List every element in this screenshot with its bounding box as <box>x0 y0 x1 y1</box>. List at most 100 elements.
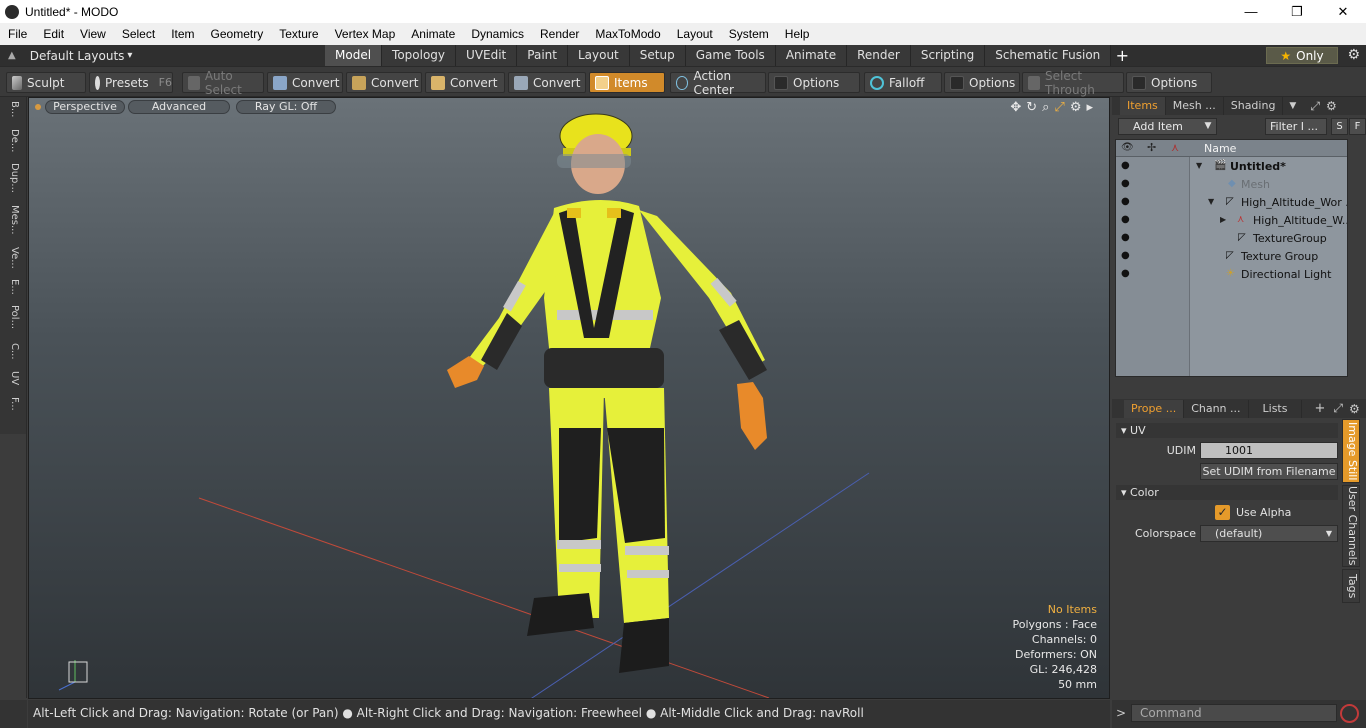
tab-model[interactable]: Model <box>325 45 383 66</box>
zoom-icon[interactable]: ⌕ <box>1042 100 1049 115</box>
tab-properties[interactable]: Prope ... <box>1124 399 1185 418</box>
menu-view[interactable]: View <box>72 23 114 45</box>
eye-icon[interactable]: ● <box>1121 215 1132 225</box>
left-tab-curve[interactable]: C... <box>4 343 20 360</box>
menu-dynamics[interactable]: Dynamics <box>463 23 532 45</box>
close-button[interactable]: ✕ <box>1320 0 1366 23</box>
minimize-button[interactable]: — <box>1228 0 1274 23</box>
tab-game-tools[interactable]: Game Tools <box>685 45 776 66</box>
expand-panel-icon[interactable]: ⤢ <box>1310 99 1320 114</box>
colorspace-dropdown[interactable]: (default) ▼ <box>1200 525 1338 542</box>
tab-setup[interactable]: Setup <box>629 45 686 66</box>
tab-uvedit[interactable]: UVEdit <box>456 45 518 66</box>
only-toggle[interactable]: ★ Only <box>1266 47 1338 64</box>
viewport-gear-icon[interactable]: ⚙ <box>1070 100 1082 115</box>
udim-field[interactable]: 1001 <box>1200 442 1338 459</box>
menu-edit[interactable]: Edit <box>35 23 72 45</box>
menu-vertex-map[interactable]: Vertex Map <box>327 23 404 45</box>
tab-mesh[interactable]: Mesh ... <box>1166 97 1224 115</box>
panel-gear-icon[interactable]: ⚙ <box>1326 99 1337 113</box>
left-tab-deform[interactable]: De... <box>4 129 20 152</box>
menu-layout[interactable]: Layout <box>669 23 721 45</box>
tab-items[interactable]: Items <box>1120 97 1166 115</box>
use-alpha-checkbox[interactable]: ✓ <box>1215 505 1230 520</box>
viewport-menu-dot[interactable] <box>35 104 41 110</box>
convert-edges-button[interactable]: Convert <box>346 72 422 93</box>
tabs-chevron-down-icon[interactable]: ▼ <box>1289 101 1296 111</box>
advanced-dropdown[interactable]: Advanced <box>128 100 230 114</box>
tab-channels[interactable]: Chann ... <box>1184 399 1249 418</box>
presets-button[interactable]: Presets F6 <box>89 72 173 93</box>
item-row-mesh[interactable]: ● ◆ Mesh <box>1116 176 1347 194</box>
fit-icon[interactable]: ⤢ <box>1054 100 1064 115</box>
add-tab-icon[interactable]: + <box>1314 401 1325 416</box>
add-tab-button[interactable]: + <box>1111 45 1133 66</box>
tab-lists[interactable]: Lists <box>1249 399 1303 418</box>
left-tab-edge[interactable]: E... <box>4 279 20 295</box>
tab-schematic-fusion[interactable]: Schematic Fusion <box>985 45 1112 66</box>
side-tab-user-channels[interactable]: User Channels <box>1342 485 1360 567</box>
expand-arrow-icon[interactable]: ▶ <box>1220 215 1226 224</box>
color-section-header[interactable]: ▾ Color <box>1116 485 1338 500</box>
collapse-arrow-icon[interactable]: ▼ <box>1196 161 1202 170</box>
f-toggle-button[interactable]: F <box>1349 118 1366 135</box>
tab-layout[interactable]: Layout <box>567 45 630 66</box>
eye-icon[interactable]: ● <box>1121 233 1132 243</box>
side-tab-image-still[interactable]: Image Still <box>1342 419 1360 483</box>
filter-items-input[interactable]: Filter I ... <box>1265 118 1327 135</box>
tab-shading[interactable]: Shading <box>1224 97 1284 115</box>
left-tab-duplicate[interactable]: Dup... <box>4 163 20 193</box>
gear-icon[interactable]: ⚙ <box>1347 47 1360 63</box>
uv-section-header[interactable]: ▾ UV <box>1116 423 1338 438</box>
menu-geometry[interactable]: Geometry <box>203 23 272 45</box>
command-input[interactable]: Command <box>1131 704 1337 722</box>
tab-paint[interactable]: Paint <box>517 45 568 66</box>
eye-icon[interactable]: ● <box>1121 269 1132 279</box>
rotate-icon[interactable]: ↻ <box>1026 100 1037 115</box>
select-options-button[interactable]: Options <box>1126 72 1212 93</box>
auto-select-button[interactable]: Auto Select <box>182 69 264 97</box>
menu-select[interactable]: Select <box>114 23 163 45</box>
left-tab-polygon[interactable]: Pol... <box>4 305 20 329</box>
left-tab-basic[interactable]: B... <box>4 101 20 117</box>
side-tab-tags[interactable]: Tags <box>1342 569 1360 603</box>
sculpt-button[interactable]: Sculpt <box>6 72 86 93</box>
expand-panel-icon[interactable]: ⤢ <box>1333 401 1343 416</box>
set-udim-from-filename-button[interactable]: Set UDIM from Filename <box>1200 463 1338 480</box>
perspective-dropdown[interactable]: Perspective <box>45 100 125 114</box>
falloff-options-button[interactable]: Options <box>944 72 1020 93</box>
falloff-button[interactable]: Falloff <box>864 72 942 93</box>
eye-icon[interactable]: ● <box>1121 161 1132 171</box>
left-tab-fusion[interactable]: F... <box>4 397 20 411</box>
s-toggle-button[interactable]: S <box>1331 118 1348 135</box>
item-row-texture-group[interactable]: ● ◸ Texture Group <box>1116 248 1347 266</box>
raygl-toggle[interactable]: Ray GL: Off <box>236 100 336 114</box>
tab-render[interactable]: Render <box>847 45 911 66</box>
item-row-high-altitude-mesh[interactable]: ● ▶ ⋏ High_Altitude_W... <box>1116 212 1347 230</box>
action-center-button[interactable]: Action Center <box>670 69 766 97</box>
3d-viewport[interactable]: Perspective Advanced Ray GL: Off ✥ ↻ ⌕ ⤢… <box>28 97 1110 699</box>
add-item-dropdown-icon[interactable]: ▼ <box>1199 118 1217 135</box>
item-row-directional-light[interactable]: ● ☀ Directional Light <box>1116 266 1347 284</box>
convert-polygons-button[interactable]: Convert <box>425 72 505 93</box>
tab-topology[interactable]: Topology <box>382 45 457 66</box>
item-row-high-altitude-group[interactable]: ● ▼ ◸ High_Altitude_Wor ... <box>1116 194 1347 212</box>
tab-animate[interactable]: Animate <box>775 45 848 66</box>
left-tab-vertex[interactable]: Ve... <box>4 247 20 269</box>
record-macro-icon[interactable] <box>1340 704 1359 723</box>
action-center-options-button[interactable]: Options <box>768 72 860 93</box>
pan-icon[interactable]: ✥ <box>1010 100 1021 115</box>
menu-help[interactable]: Help <box>777 23 818 45</box>
eye-icon[interactable]: ● <box>1121 197 1132 207</box>
items-mode-button[interactable]: Items <box>589 72 665 93</box>
default-layouts-dropdown[interactable]: ▲ Default Layouts ▾ <box>0 45 325 66</box>
menu-file[interactable]: File <box>0 23 35 45</box>
left-tab-uv[interactable]: UV <box>4 371 20 385</box>
select-through-button[interactable]: Select Through <box>1022 69 1124 97</box>
panel-gear-icon[interactable]: ⚙ <box>1349 402 1360 416</box>
menu-item[interactable]: Item <box>163 23 202 45</box>
left-tab-mesh-edit[interactable]: Mes... <box>4 205 20 235</box>
viewport-expand-icon[interactable]: ▸ <box>1086 100 1093 115</box>
tab-scripting[interactable]: Scripting <box>910 45 986 66</box>
maximize-button[interactable]: ❐ <box>1274 0 1320 23</box>
